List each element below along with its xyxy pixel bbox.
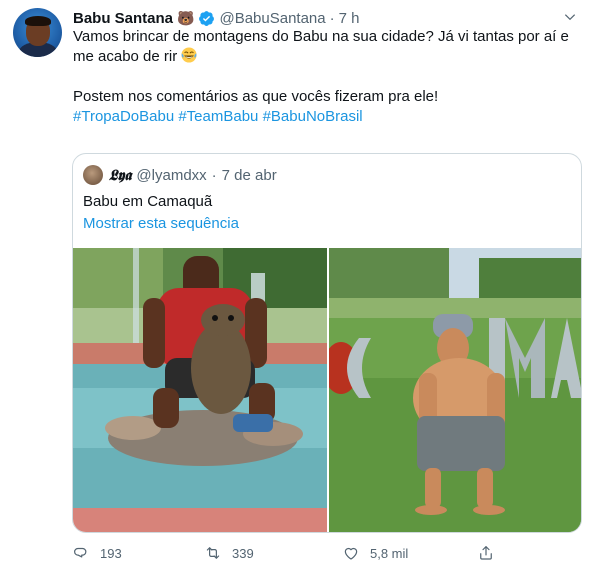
retweet-button[interactable]: 339: [204, 541, 254, 565]
tweet-line-2: me acabo de rir: [73, 48, 178, 65]
quoted-avatar: [83, 165, 103, 185]
separator-dot: ·: [329, 9, 335, 27]
reply-count: 193: [100, 545, 122, 561]
verified-badge-icon: [199, 10, 215, 26]
reply-icon: [74, 547, 87, 558]
camaqua-illustration: [329, 248, 581, 532]
tweet-text: Vamos brincar de montagens do Babu na su…: [73, 27, 573, 127]
reply-button[interactable]: 193: [72, 541, 122, 565]
quoted-date: 7 de abr: [221, 166, 277, 184]
share-icon: [480, 546, 492, 560]
tweet: Babu Santana 🐻 @BabuSantana · 7 h Vamos …: [0, 0, 595, 568]
quoted-text: Babu em Camaquã: [83, 193, 213, 210]
tweet-line-2-wrap: me acabo de rir: [73, 47, 573, 67]
quoted-header: 𝕷𝖞𝖆 @lyamdxx · 7 de abr: [83, 164, 277, 186]
show-thread-link[interactable]: Mostrar esta sequência: [83, 214, 239, 234]
quoted-separator: ·: [211, 166, 217, 184]
tweet-line-3: Postem nos comentários as que vocês fize…: [73, 88, 439, 105]
avatar-hair: [25, 16, 51, 26]
photo-camaqua[interactable]: [329, 248, 581, 532]
hashtags[interactable]: #TropaDoBabu #TeamBabu #BabuNoBrasil: [73, 107, 573, 127]
author-avatar[interactable]: [13, 8, 62, 57]
retweet-icon: [206, 547, 220, 559]
quoted-author-name: 𝕷𝖞𝖆: [109, 166, 132, 184]
retweet-count: 339: [232, 545, 254, 561]
tweet-header: Babu Santana 🐻 @BabuSantana · 7 h: [73, 8, 359, 28]
tweet-line-1: Vamos brincar de montagens do Babu na su…: [73, 28, 569, 45]
fountain-illustration: [73, 248, 327, 532]
share-button[interactable]: [477, 541, 505, 565]
like-button[interactable]: 5,8 mil: [342, 541, 408, 565]
tweet-time[interactable]: 7 h: [339, 10, 360, 27]
photo-fountain[interactable]: [73, 248, 327, 532]
chevron-down-icon[interactable]: [563, 10, 577, 24]
quoted-tweet[interactable]: 𝕷𝖞𝖆 @lyamdxx · 7 de abr Babu em Camaquã …: [72, 153, 582, 533]
bear-emoji: 🐻: [177, 10, 195, 26]
laughing-tears-emoji: [181, 47, 197, 63]
author-handle[interactable]: @BabuSantana: [219, 10, 325, 27]
heart-icon: [344, 547, 358, 560]
quoted-media: [73, 248, 581, 532]
like-count: 5,8 mil: [370, 545, 409, 561]
author-name[interactable]: Babu Santana: [73, 10, 173, 27]
quoted-handle: @lyamdxx: [136, 166, 207, 184]
tweet-actions: 193 339 5,8 mil: [72, 541, 572, 565]
